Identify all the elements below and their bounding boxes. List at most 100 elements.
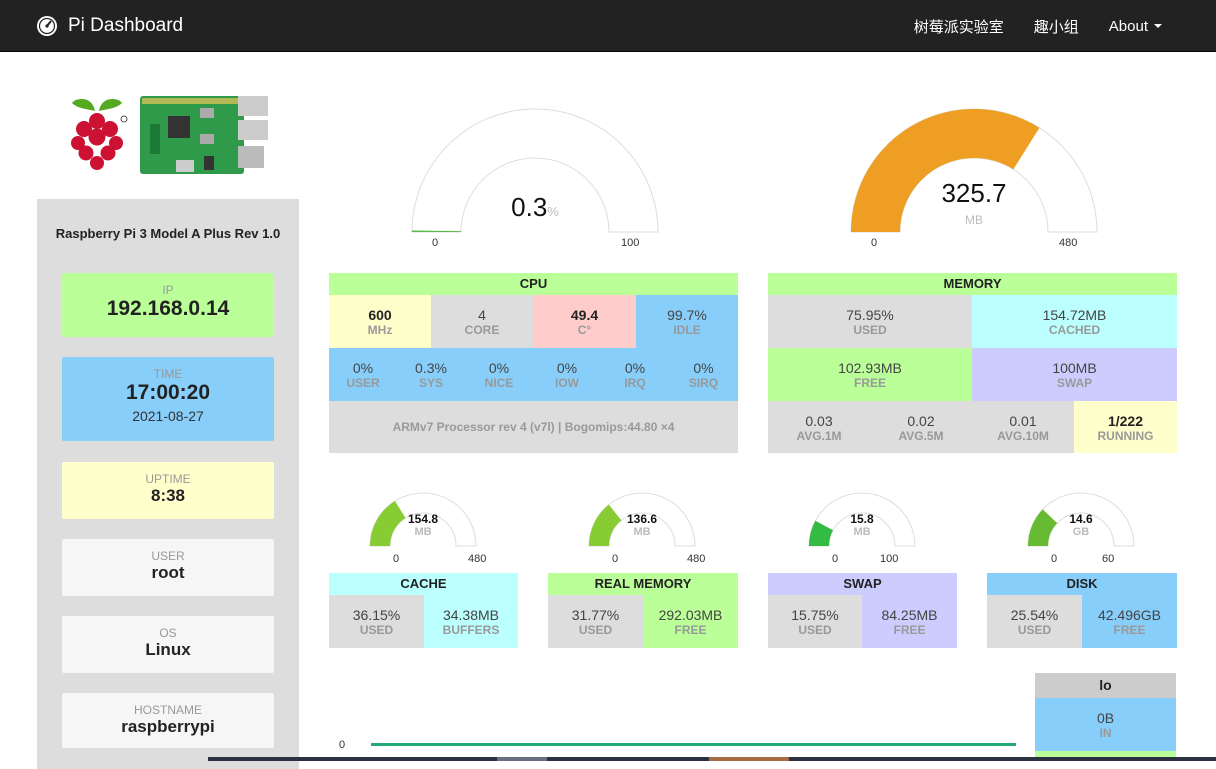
device-model: Raspberry Pi 3 Model A Plus Rev 1.0 — [55, 226, 281, 241]
net-iface-title: lo — [1035, 673, 1176, 698]
cpu-sys-value: 0.3% — [415, 360, 447, 376]
cpu-gauge-max: 100 — [621, 237, 640, 249]
realmem-gauge-max: 480 — [687, 553, 706, 565]
realmem-used-label: USED — [578, 623, 613, 637]
mem-swap: 100MB SWAP — [972, 348, 1177, 401]
ip-card: IP 192.168.0.14 — [62, 273, 274, 337]
cpu-freq-value: 600 — [368, 307, 392, 323]
mem-cached: 154.72MB CACHED — [972, 295, 1177, 348]
realmem-used: 31.77% USED — [548, 595, 643, 648]
swap-used-value: 15.75% — [791, 607, 839, 623]
nav-links: 树莓派实验室 趣小组 About — [884, 0, 1162, 52]
cpu-freq: 600 MHz — [329, 295, 431, 348]
time-card: TIME 17:00:20 2021-08-27 — [62, 357, 274, 441]
hostname-card: HOSTNAME raspberrypi — [62, 693, 274, 748]
cache-buffers: 34.38MB BUFFERS — [424, 595, 518, 648]
cpu-sys-label: SYS — [418, 376, 443, 390]
disk-title: DISK — [987, 573, 1177, 595]
swap-free-value: 84.25MB — [881, 607, 938, 623]
cpu-processor-info: ARMv7 Processor rev 4 (v7l) | Bogomips:4… — [329, 401, 738, 453]
realmem-gauge-unit: MB — [633, 526, 651, 538]
memory-title: MEMORY — [768, 273, 1177, 295]
load-10m-label: AVG.10M — [997, 429, 1049, 443]
cache-gauge-value: 154.8 — [407, 512, 439, 526]
mem-gauge-unit: MB — [965, 213, 983, 227]
mem-swap-value: 100MB — [1052, 360, 1097, 376]
taskbar-item[interactable] — [709, 757, 789, 761]
mem-used-value: 75.95% — [846, 307, 894, 323]
swap-gauge-value: 15.8 — [850, 512, 874, 526]
time-value: 17:00:20 — [125, 381, 211, 404]
load-5m-value: 0.02 — [907, 413, 935, 429]
cache-gauge-min: 0 — [393, 553, 400, 565]
swap-gauge-max: 100 — [880, 553, 899, 565]
disk-used-value: 25.54% — [1010, 607, 1059, 623]
net-in: 0B IN — [1035, 698, 1176, 751]
cpu-title: CPU — [329, 273, 738, 295]
nav-about-dropdown[interactable]: About — [1109, 18, 1162, 35]
cpu-irq-value: 0% — [624, 360, 646, 376]
net-traffic-line — [371, 743, 1016, 746]
cpu-cores: 4 CORE — [431, 295, 533, 348]
net-axis-zero: 0 — [339, 739, 346, 751]
cpu-freq-label: MHz — [367, 323, 393, 337]
cpu-gauge-unit: % — [547, 204, 559, 219]
disk-gauge-readout: 14.6 GB — [996, 512, 1166, 538]
swap-used-label: USED — [798, 623, 832, 637]
disk-gauge-unit: GB — [1072, 526, 1090, 538]
load-10m: 0.01 AVG.10M — [972, 413, 1074, 443]
disk-gauge-max: 60 — [1102, 553, 1115, 565]
cpu-cores-label: CORE — [464, 323, 500, 337]
nav-link-group[interactable]: 趣小组 — [1034, 16, 1079, 37]
load-5m: 0.02 AVG.5M — [870, 413, 972, 443]
net-in-label: IN — [1099, 726, 1112, 740]
cache-gauge-readout: 154.8 MB — [338, 512, 508, 538]
cache-gauge-max: 480 — [468, 553, 487, 565]
mem-used-label: USED — [853, 323, 887, 337]
cpu-sys: 0.3% SYS — [397, 360, 465, 390]
time-label: TIME — [153, 367, 183, 381]
swap-free-label: FREE — [893, 623, 926, 637]
cache-used-label: USED — [359, 623, 394, 637]
disk-gauge-min: 0 — [1051, 553, 1058, 565]
hostname-label: HOSTNAME — [133, 703, 202, 717]
cpu-gauge-value: 0.3 — [511, 192, 548, 222]
cpu-user-label: USER — [346, 376, 380, 390]
realmem-gauge-value: 136.6 — [626, 512, 658, 526]
mem-free: 102.93MB FREE — [768, 348, 972, 401]
cpu-sirq-value: 0% — [693, 360, 714, 376]
load-1m: 0.03 AVG.1M — [768, 413, 870, 443]
nav-link-lab[interactable]: 树莓派实验室 — [914, 16, 1004, 37]
mem-gauge-value: 325.7 — [941, 178, 1007, 208]
brand-title: Pi Dashboard — [68, 15, 184, 36]
cache-used: 36.15% USED — [329, 595, 424, 648]
load-1m-label: AVG.1M — [796, 429, 842, 443]
realmem-free-label: FREE — [674, 623, 707, 637]
disk-free-label: FREE — [1113, 623, 1146, 637]
load-1m-value: 0.03 — [805, 413, 833, 429]
swap-used: 15.75% USED — [768, 595, 862, 648]
realmem-gauge-min: 0 — [612, 553, 619, 565]
ip-label: IP — [162, 283, 174, 297]
os-value: Linux — [145, 640, 191, 659]
running-procs: 1/222 RUNNING — [1074, 401, 1177, 453]
date-value: 2021-08-27 — [132, 408, 204, 424]
cpu-sirq-label: SIRQ — [688, 376, 719, 390]
mem-used: 75.95% USED — [768, 295, 972, 348]
ip-value: 192.168.0.14 — [106, 297, 230, 320]
mem-gauge-min: 0 — [871, 237, 878, 249]
swap-gauge-readout: 15.8 MB — [777, 512, 947, 538]
navbar: Pi Dashboard 树莓派实验室 趣小组 About — [0, 0, 1216, 52]
brand[interactable]: Pi Dashboard — [36, 0, 183, 52]
cache-buffers-label: BUFFERS — [442, 623, 500, 637]
cpu-idle-value: 99.7% — [667, 307, 707, 323]
uptime-value: 8:38 — [150, 486, 186, 505]
cpu-idle-label: IDLE — [673, 323, 701, 337]
cache-title: CACHE — [329, 573, 518, 595]
cpu-gauge-readout: 0.3% — [400, 192, 670, 223]
nav-about-label: About — [1108, 17, 1148, 35]
raspberry-pi-logo — [71, 99, 128, 170]
realmem-used-value: 31.77% — [571, 607, 620, 623]
taskbar-item[interactable] — [497, 757, 547, 761]
gauge-fill — [412, 230, 462, 232]
